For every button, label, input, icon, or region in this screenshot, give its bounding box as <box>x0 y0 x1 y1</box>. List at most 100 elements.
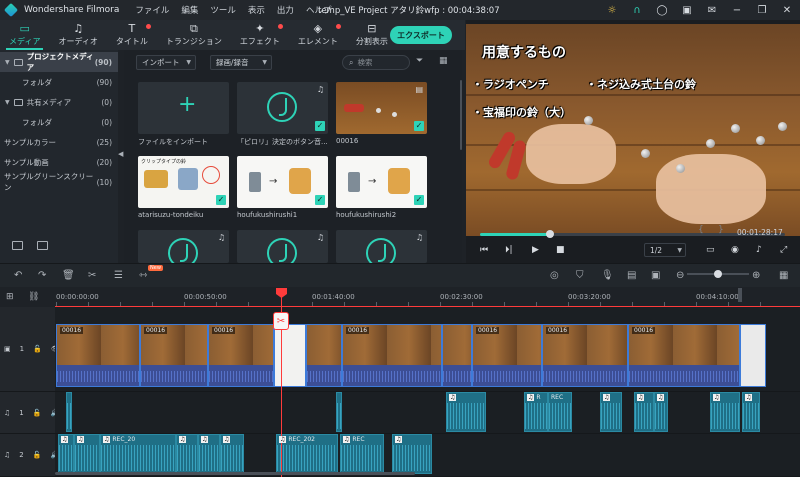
export-button[interactable]: エクスポート <box>390 26 452 44</box>
grid-view-icon[interactable]: ▦ <box>439 56 448 66</box>
audio-clip[interactable]: ♫ <box>392 434 432 474</box>
monitor-icon[interactable]: ▭ <box>706 245 715 255</box>
audio-clip[interactable]: ♫ REC <box>340 434 384 474</box>
video-clip[interactable] <box>306 324 342 387</box>
audio-clip[interactable]: ♫ <box>74 434 100 474</box>
preview-video[interactable]: 用意するもの ・ラジオペンチ ・ネジ込み式土台の鈴 ・宝福印の鈴（大） <box>466 24 800 236</box>
mail-icon[interactable]: ✉ <box>705 3 719 17</box>
preview-zoom-select[interactable]: 1/2 ▼ <box>644 243 686 257</box>
audio-clip[interactable]: ♫ <box>446 392 486 432</box>
record-dropdown[interactable]: 録画/録音 ▼ <box>210 55 272 70</box>
sidebar-item-sample-greenscreen[interactable]: サンプルグリーンスクリーン (10) <box>0 172 118 192</box>
link-icon[interactable]: ⛓ <box>28 292 39 302</box>
lock-icon[interactable]: 🔓 <box>33 345 42 353</box>
audio-clip[interactable]: ♫ R <box>524 392 548 432</box>
camera-icon[interactable]: ◉ <box>731 245 739 255</box>
add-track-icon[interactable]: ⊞ <box>6 292 14 302</box>
video-clip[interactable]: 00016 <box>140 324 208 387</box>
video-clip[interactable]: 00016 <box>628 324 740 387</box>
media-item-audio[interactable]: ♫ <box>336 230 427 263</box>
headset-icon[interactable]: ∩ <box>630 3 644 17</box>
fullscreen-icon[interactable]: ⤢ <box>780 245 787 255</box>
tab-audio[interactable]: ♫ オーディオ <box>49 20 106 50</box>
audio-clip[interactable]: ♫ <box>710 392 740 432</box>
render-icon[interactable]: ◎ <box>550 270 559 281</box>
media-item-audio[interactable]: ♫ <box>237 230 328 263</box>
zoom-slider-knob[interactable] <box>714 270 722 278</box>
filter-icon[interactable]: ⏷ <box>416 56 423 66</box>
video-clip[interactable] <box>442 324 472 387</box>
audio-clip[interactable]: ♫ <box>176 434 198 474</box>
tab-transition[interactable]: ⧉ トランジション <box>157 20 231 50</box>
media-scrollbar[interactable] <box>460 80 462 150</box>
mark-out-icon[interactable]: } <box>718 225 724 235</box>
ruler-scroll-handle[interactable] <box>738 288 742 302</box>
video-clip[interactable]: 00016 <box>342 324 442 387</box>
lock-icon[interactable]: 🔓 <box>33 451 42 459</box>
search-input[interactable]: ⌕ 検索 <box>342 55 410 70</box>
stop-icon[interactable]: ■ <box>556 245 565 255</box>
media-item-audio[interactable]: ♫ ✓ <box>237 82 328 134</box>
undo-icon[interactable]: ↶ <box>14 270 22 281</box>
media-item-image[interactable]: → ✓ <box>237 156 328 208</box>
delete-icon[interactable]: 🗑 <box>62 270 75 281</box>
frame-back-icon[interactable]: ⏵| <box>505 245 513 255</box>
audio-stretch-icon[interactable]: ⇿ <box>139 270 147 281</box>
media-item-video[interactable]: ▤ ✓ <box>336 82 427 134</box>
zoom-out-icon[interactable]: ⊖ <box>676 270 684 281</box>
menu-file[interactable]: ファイル <box>135 4 169 16</box>
sidebar-item-shared-folder[interactable]: フォルダ (0) <box>0 112 118 132</box>
tab-media[interactable]: ▭ メディア <box>0 20 49 50</box>
timeline-zoom-slider[interactable] <box>687 270 749 278</box>
mic-icon[interactable]: 🎙 <box>601 270 614 281</box>
progress-knob[interactable] <box>546 230 555 238</box>
image-clip[interactable] <box>740 324 766 387</box>
tab-element[interactable]: ◈ エレメント <box>289 20 347 50</box>
menu-edit[interactable]: 編集 <box>181 4 198 16</box>
audio-clip[interactable]: ♫ <box>220 434 244 474</box>
collapse-arrow-icon[interactable]: ▼ <box>5 99 10 106</box>
audio-clip[interactable] <box>336 392 342 432</box>
video-clip[interactable]: 00016 <box>542 324 628 387</box>
audio-track-1[interactable] <box>55 392 800 434</box>
video-clip[interactable]: 00016 <box>56 324 140 387</box>
subtitle-icon[interactable]: ▣ <box>651 270 660 281</box>
audio-clip[interactable]: ♫ <box>742 392 760 432</box>
menu-tools[interactable]: ツール <box>210 4 236 16</box>
mark-in-icon[interactable]: { <box>698 225 704 235</box>
audio-clip[interactable]: ♫ <box>634 392 654 432</box>
timeline-grid-icon[interactable]: ▦ <box>779 270 788 281</box>
sidebar-item-sample-video[interactable]: サンプル動画 (20) <box>0 152 118 172</box>
account-icon[interactable]: ◯ <box>655 3 669 17</box>
split-scissors-icon[interactable]: ✂ <box>273 312 289 330</box>
sidebar-item-folder[interactable]: フォルダ (90) <box>0 72 118 92</box>
audio-clip[interactable]: ♫ <box>198 434 220 474</box>
lock-icon[interactable]: 🔓 <box>33 409 42 417</box>
redo-icon[interactable]: ↷ <box>38 270 46 281</box>
audio-clip[interactable]: ♫ REC_20 <box>100 434 176 474</box>
image-clip[interactable] <box>274 324 306 387</box>
audio-clip[interactable]: ♫ REC_202 <box>276 434 338 474</box>
bulb-icon[interactable]: ☼ <box>605 3 619 17</box>
video-clip[interactable]: 00016 <box>472 324 542 387</box>
sidebar-item-sample-color[interactable]: サンプルカラー (25) <box>0 132 118 152</box>
play-icon[interactable]: ▶ <box>532 245 539 255</box>
new-folder-icon[interactable] <box>12 241 23 250</box>
media-item-image[interactable]: → ✓ <box>336 156 427 208</box>
import-dropdown[interactable]: インポート ▼ <box>136 55 196 70</box>
menu-export[interactable]: 出力 <box>277 4 294 16</box>
menu-view[interactable]: 表示 <box>248 4 265 16</box>
sidebar-item-shared-media[interactable]: ▼ 共有メディア (0) <box>0 92 118 112</box>
cut-icon[interactable]: ✂ <box>88 270 96 281</box>
open-folder-icon[interactable] <box>37 241 48 250</box>
audio-clip[interactable]: ♫ <box>58 434 74 474</box>
mixer-icon[interactable]: ▤ <box>627 270 636 281</box>
audio-clip[interactable]: ♫ <box>600 392 622 432</box>
zoom-in-icon[interactable]: ⊕ <box>752 270 760 281</box>
timeline-scrollbar[interactable] <box>55 472 415 475</box>
marker-icon[interactable]: ⛉ <box>576 270 584 281</box>
tab-title[interactable]: T タイトル <box>107 20 157 50</box>
media-item-image[interactable]: クリップタイプの鈴 ✓ <box>138 156 229 208</box>
video-clip[interactable]: 00016 <box>208 324 274 387</box>
collapse-arrow-icon[interactable]: ▼ <box>5 59 10 66</box>
